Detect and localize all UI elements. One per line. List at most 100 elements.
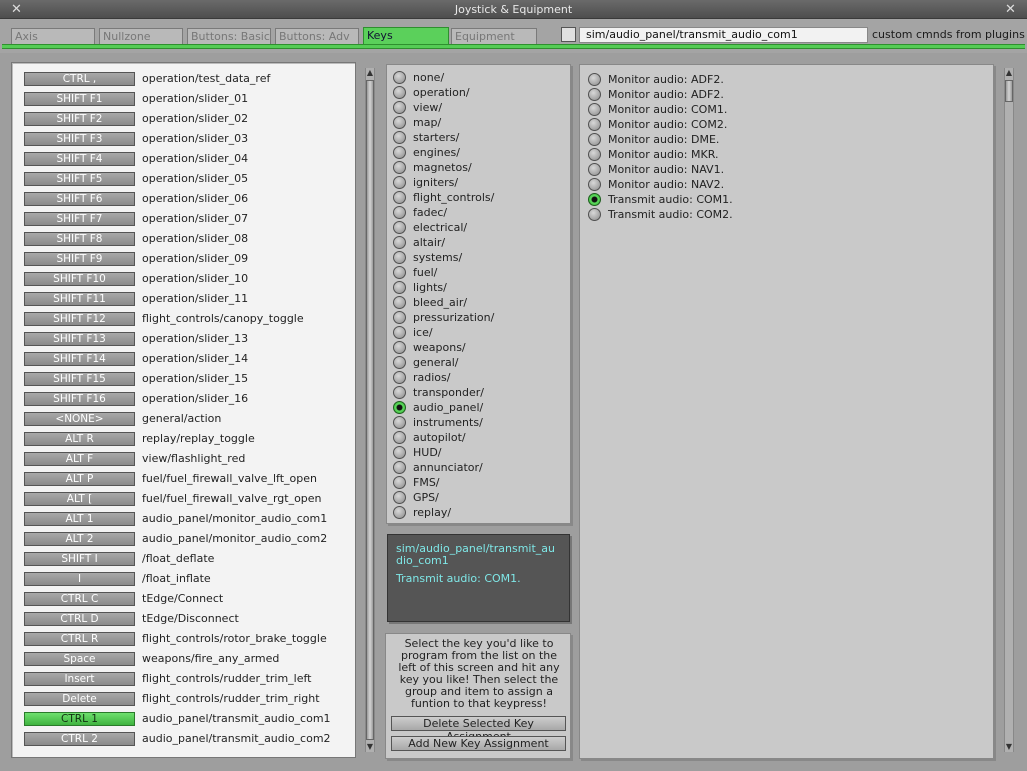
key-binding-button[interactable]: Delete: [24, 692, 135, 706]
key-binding-button[interactable]: SHIFT F8: [24, 232, 135, 246]
radio-icon[interactable]: [393, 341, 406, 354]
radio-icon[interactable]: [393, 221, 406, 234]
key-binding-button[interactable]: ALT [: [24, 492, 135, 506]
radio-icon[interactable]: [588, 103, 601, 116]
radio-icon[interactable]: [588, 118, 601, 131]
key-binding-button[interactable]: Space: [24, 652, 135, 666]
radio-icon[interactable]: [393, 461, 406, 474]
key-binding-button[interactable]: ALT F: [24, 452, 135, 466]
radio-icon[interactable]: [393, 146, 406, 159]
key-binding-button[interactable]: CTRL 2: [24, 732, 135, 746]
group-label: bleed_air/: [413, 296, 468, 309]
key-binding-button[interactable]: ALT 1: [24, 512, 135, 526]
radio-icon[interactable]: [393, 131, 406, 144]
radio-icon[interactable]: [393, 401, 406, 414]
key-binding-button[interactable]: <NONE>: [24, 412, 135, 426]
radio-icon[interactable]: [393, 506, 406, 519]
scroll-down-icon[interactable]: ▼: [1004, 742, 1014, 752]
radio-icon[interactable]: [393, 326, 406, 339]
radio-icon[interactable]: [393, 491, 406, 504]
radio-icon[interactable]: [393, 296, 406, 309]
command-label: Monitor audio: DME.: [608, 133, 720, 146]
radio-icon[interactable]: [393, 446, 406, 459]
key-binding-button[interactable]: CTRL R: [24, 632, 135, 646]
key-binding-button[interactable]: SHIFT F2: [24, 112, 135, 126]
tab-axis[interactable]: Axis: [11, 28, 95, 45]
radio-icon[interactable]: [588, 88, 601, 101]
key-binding-button[interactable]: SHIFT F5: [24, 172, 135, 186]
key-command-label: flight_controls/canopy_toggle: [142, 312, 304, 325]
radio-icon[interactable]: [393, 176, 406, 189]
key-binding-button[interactable]: SHIFT F15: [24, 372, 135, 386]
scroll-down-icon[interactable]: ▼: [365, 742, 375, 752]
tab-buttons-basic[interactable]: Buttons: Basic: [187, 28, 271, 45]
key-binding-button[interactable]: SHIFT F14: [24, 352, 135, 366]
radio-icon[interactable]: [393, 281, 406, 294]
close-icon[interactable]: ✕: [9, 2, 24, 17]
close-icon[interactable]: ✕: [1003, 2, 1018, 17]
key-command-label: tEdge/Disconnect: [142, 612, 239, 625]
scroll-thumb[interactable]: [366, 80, 374, 740]
radio-icon[interactable]: [588, 73, 601, 86]
key-binding-button[interactable]: SHIFT F10: [24, 272, 135, 286]
radio-icon[interactable]: [393, 416, 406, 429]
key-binding-button[interactable]: I: [24, 572, 135, 586]
radio-icon[interactable]: [393, 191, 406, 204]
radio-icon[interactable]: [393, 431, 406, 444]
key-binding-button[interactable]: SHIFT F1: [24, 92, 135, 106]
key-binding-button[interactable]: SHIFT F7: [24, 212, 135, 226]
radio-icon[interactable]: [393, 101, 406, 114]
key-binding-button[interactable]: SHIFT F4: [24, 152, 135, 166]
scroll-up-icon[interactable]: ▲: [365, 68, 375, 78]
key-binding-button[interactable]: CTRL 1: [24, 712, 135, 726]
radio-icon[interactable]: [588, 133, 601, 146]
tab-buttons-adv[interactable]: Buttons: Adv: [275, 28, 359, 45]
radio-icon[interactable]: [588, 148, 601, 161]
key-binding-button[interactable]: SHIFT F12: [24, 312, 135, 326]
key-binding-button[interactable]: CTRL ,: [24, 72, 135, 86]
delete-key-assignment-button[interactable]: Delete Selected Key Assignment: [391, 716, 566, 743]
radio-icon[interactable]: [393, 356, 406, 369]
key-binding-button[interactable]: SHIFT I: [24, 552, 135, 566]
tab-nullzone[interactable]: Nullzone: [99, 28, 183, 45]
scroll-up-icon[interactable]: ▲: [1004, 68, 1014, 78]
radio-icon[interactable]: [588, 193, 601, 206]
radio-icon[interactable]: [393, 236, 406, 249]
key-binding-button[interactable]: SHIFT F16: [24, 392, 135, 406]
radio-icon[interactable]: [588, 163, 601, 176]
key-binding-button[interactable]: SHIFT F11: [24, 292, 135, 306]
custom-commands-checkbox[interactable]: [561, 27, 576, 42]
key-binding-button[interactable]: CTRL D: [24, 612, 135, 626]
radio-icon[interactable]: [393, 266, 406, 279]
radio-icon[interactable]: [588, 178, 601, 191]
tab-equipment[interactable]: Equipment: [451, 28, 537, 45]
key-binding-button[interactable]: ALT R: [24, 432, 135, 446]
key-command-label: operation/slider_05: [142, 172, 249, 185]
radio-icon[interactable]: [393, 206, 406, 219]
key-binding-button[interactable]: ALT 2: [24, 532, 135, 546]
radio-icon[interactable]: [393, 311, 406, 324]
key-binding-button[interactable]: SHIFT F9: [24, 252, 135, 266]
radio-icon[interactable]: [588, 208, 601, 221]
radio-icon[interactable]: [393, 251, 406, 264]
radio-icon[interactable]: [393, 161, 406, 174]
group-label: fuel/: [413, 266, 438, 279]
group-label: starters/: [413, 131, 460, 144]
radio-icon[interactable]: [393, 71, 406, 84]
key-binding-button[interactable]: SHIFT F3: [24, 132, 135, 146]
radio-icon[interactable]: [393, 86, 406, 99]
radio-icon[interactable]: [393, 476, 406, 489]
key-binding-button[interactable]: Insert: [24, 672, 135, 686]
scroll-thumb[interactable]: [1005, 80, 1013, 102]
key-list-scrollbar[interactable]: ▲ ▼: [365, 68, 375, 752]
radio-icon[interactable]: [393, 371, 406, 384]
key-binding-button[interactable]: CTRL C: [24, 592, 135, 606]
radio-icon[interactable]: [393, 386, 406, 399]
key-binding-button[interactable]: SHIFT F13: [24, 332, 135, 346]
key-binding-button[interactable]: SHIFT F6: [24, 192, 135, 206]
add-key-assignment-button[interactable]: Add New Key Assignment: [391, 736, 566, 751]
key-binding-button[interactable]: ALT P: [24, 472, 135, 486]
command-path-input[interactable]: sim/audio_panel/transmit_audio_com1: [579, 27, 868, 43]
radio-icon[interactable]: [393, 116, 406, 129]
command-list-scrollbar[interactable]: ▲ ▼: [1004, 68, 1014, 752]
